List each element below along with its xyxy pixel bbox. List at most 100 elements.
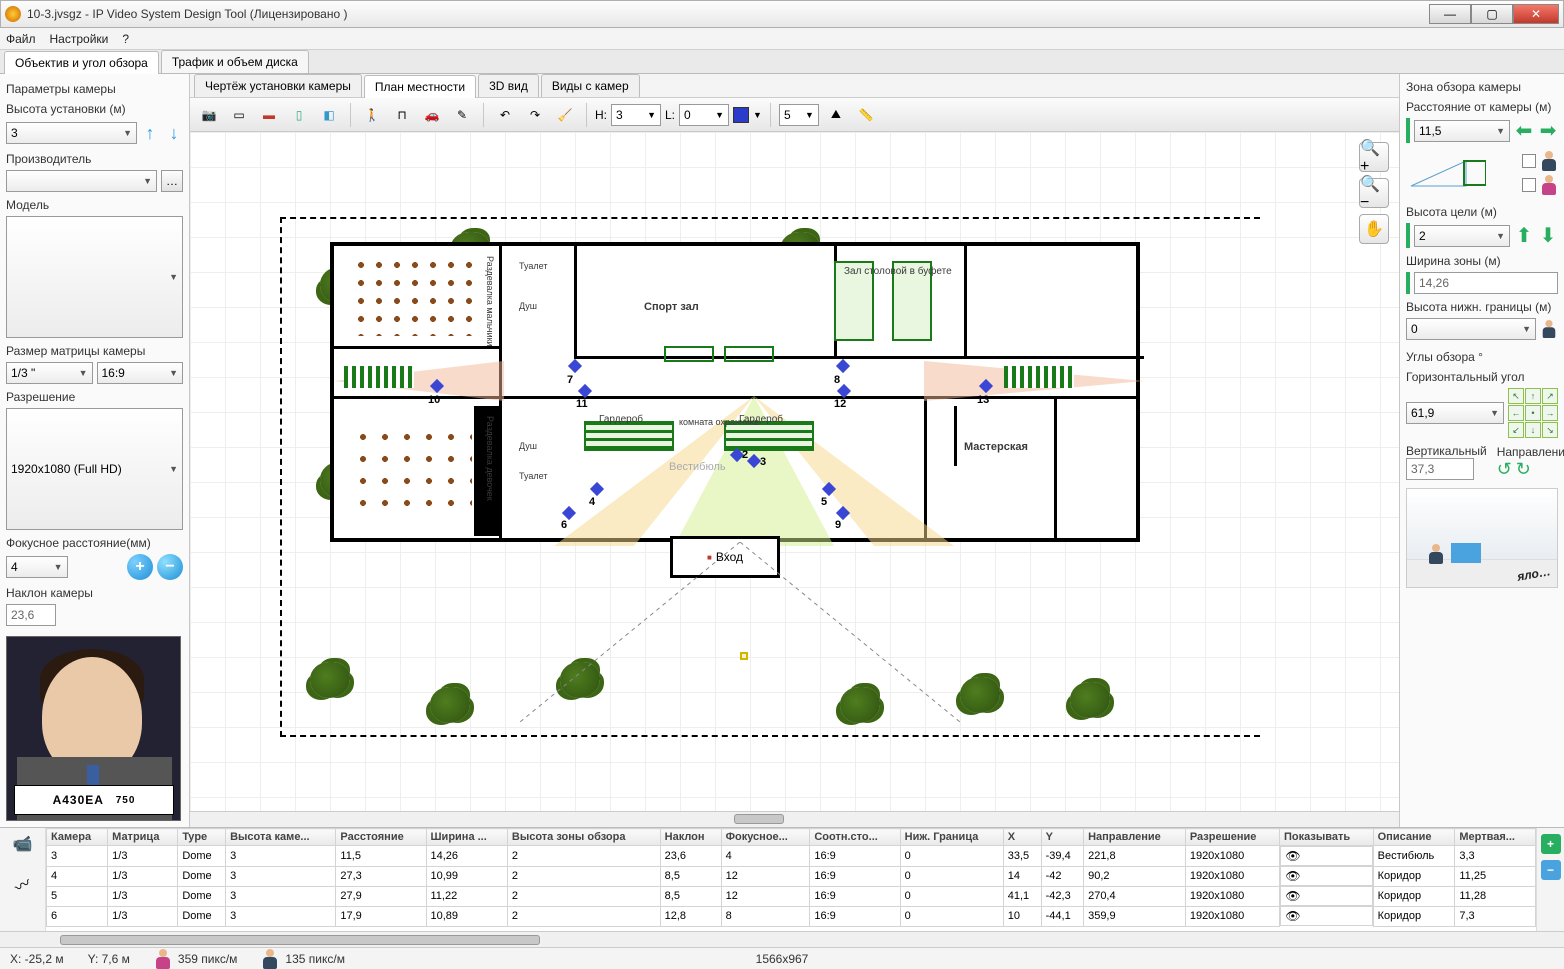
target-male-check[interactable] [1522, 154, 1536, 168]
measure-tool-icon[interactable]: 📏 [853, 102, 879, 128]
focal-plus-button[interactable]: + [127, 554, 153, 580]
camera-preview: A430EA 750 [6, 636, 181, 821]
close-button[interactable]: ✕ [1513, 4, 1559, 24]
col-header[interactable]: X [1003, 829, 1041, 846]
target-female-check[interactable] [1522, 178, 1536, 192]
tab-3d-view[interactable]: 3D вид [478, 74, 539, 97]
visibility-eye-icon[interactable]: 👁 [1285, 889, 1301, 903]
col-header[interactable]: Матрица [108, 829, 178, 846]
manufacturer-combo[interactable]: ▼ [6, 170, 157, 192]
col-header[interactable]: Мертвая... [1455, 829, 1536, 846]
col-header[interactable]: Наклон [660, 829, 721, 846]
box-tool-icon[interactable]: ◧ [316, 102, 342, 128]
col-header[interactable]: Ширина ... [426, 829, 507, 846]
l-value-combo[interactable]: 0▼ [679, 104, 729, 126]
menu-settings[interactable]: Настройки [50, 32, 109, 46]
col-header[interactable]: Описание [1373, 829, 1455, 846]
visibility-eye-icon[interactable]: 👁 [1285, 869, 1301, 883]
dist-left-icon[interactable]: ⬅ [1514, 118, 1534, 143]
col-header[interactable]: Фокусное... [721, 829, 810, 846]
dist-right-icon[interactable]: ➡ [1538, 118, 1558, 143]
table-row[interactable]: 61/3Dome317,910,89212,8816:9010-44,1359,… [47, 906, 1536, 926]
tab-camera-views[interactable]: Виды с камер [541, 74, 640, 97]
rotate-ccw-icon[interactable]: ↺ [1497, 459, 1512, 480]
count-combo[interactable]: 5▼ [779, 104, 819, 126]
col-header[interactable]: Ниж. Граница [900, 829, 1003, 846]
select-tool-icon[interactable]: ▭ [226, 102, 252, 128]
wall-tool-icon[interactable]: ▬ [256, 102, 282, 128]
maximize-button[interactable]: ▢ [1471, 4, 1513, 24]
minimize-button[interactable]: — [1429, 4, 1471, 24]
visibility-eye-icon[interactable]: 👁 [1285, 849, 1301, 863]
manufacturer-browse-button[interactable]: … [161, 170, 183, 192]
table-hscroll[interactable] [0, 931, 1564, 947]
preview-3d: яло… [1406, 488, 1558, 588]
target-down-icon[interactable]: ⬇ [1538, 223, 1558, 248]
landscape-tool-icon[interactable]: ⛰ [823, 102, 849, 128]
col-header[interactable]: Высота каме... [226, 829, 336, 846]
window-tool-icon[interactable]: ▯ [286, 102, 312, 128]
status-person2-icon [261, 949, 279, 969]
col-header[interactable]: Расстояние [336, 829, 426, 846]
person-tool-icon[interactable]: 🚶 [359, 102, 385, 128]
focal-minus-button[interactable]: − [157, 554, 183, 580]
angles-header: Углы обзора ° [1406, 350, 1558, 364]
sensor-size-combo[interactable]: 1/3 "▼ [6, 362, 93, 384]
cable-row-icon[interactable]: 〰 [10, 870, 36, 899]
camera-tool-icon[interactable]: 📷 [196, 102, 222, 128]
resolution-combo[interactable]: 1920x1080 (Full HD)▼ [6, 408, 183, 530]
car-tool-icon[interactable]: 🚗 [419, 102, 445, 128]
col-header[interactable]: Камера [47, 829, 108, 846]
col-header[interactable]: Соотн.сто... [810, 829, 900, 846]
add-row-button[interactable]: + [1541, 834, 1561, 854]
col-header[interactable]: Y [1041, 829, 1083, 846]
table-tool-icon[interactable]: ⊓ [389, 102, 415, 128]
resolution-label: Разрешение [6, 390, 183, 404]
redo-icon[interactable]: ↷ [522, 102, 548, 128]
zoom-out-button[interactable]: 🔍− [1359, 178, 1389, 208]
camera-row-icon[interactable]: 📹 [13, 834, 33, 854]
visibility-eye-icon[interactable]: 👁 [1285, 909, 1301, 923]
col-header[interactable]: Высота зоны обзора [507, 829, 660, 846]
col-header[interactable]: Направление [1084, 829, 1186, 846]
target-up-icon[interactable]: ⬆ [1514, 223, 1534, 248]
h-value-combo[interactable]: 3▼ [611, 104, 661, 126]
camera-table[interactable]: КамераМатрицаTypeВысота каме...Расстояни… [46, 828, 1536, 931]
tab-install-drawing[interactable]: Чертёж установки камеры [194, 74, 362, 97]
remove-row-button[interactable]: − [1541, 860, 1561, 880]
lower-height-label: Высота нижн. границы (м) [1406, 300, 1558, 314]
install-height-combo[interactable]: 3▼ [6, 122, 137, 144]
col-header[interactable]: Показывать [1279, 829, 1373, 846]
pan-button[interactable]: ✋ [1359, 214, 1389, 244]
brush-icon[interactable]: 🧹 [552, 102, 578, 128]
center-tab-row: Чертёж установки камеры План местности 3… [190, 74, 1399, 98]
target-height-combo[interactable]: 2▼ [1414, 225, 1510, 247]
tab-site-plan[interactable]: План местности [364, 75, 476, 98]
focal-length-combo[interactable]: 4▼ [6, 556, 68, 578]
model-combo[interactable]: ▼ [6, 216, 183, 338]
direction-pad[interactable]: ↖↑↗←•→↙↓↘ [1508, 388, 1558, 438]
lower-height-combo[interactable]: 0▼ [1406, 318, 1536, 340]
rotate-cw-icon[interactable]: ↻ [1516, 459, 1531, 480]
title-bar: 10-3.jvsgz - IP Video System Design Tool… [0, 0, 1564, 28]
menu-file[interactable]: Файл [6, 32, 36, 46]
color-swatch[interactable] [733, 107, 749, 123]
tab-lens[interactable]: Объектив и угол обзора [4, 51, 159, 74]
col-header[interactable]: Разрешение [1185, 829, 1279, 846]
height-up-icon[interactable]: ↑ [141, 120, 159, 146]
pen-tool-icon[interactable]: ✎ [449, 102, 475, 128]
table-row[interactable]: 51/3Dome327,911,2228,51216:9041,1-42,327… [47, 886, 1536, 906]
canvas-hscroll[interactable] [190, 811, 1399, 827]
aspect-combo[interactable]: 16:9▼ [97, 362, 184, 384]
height-down-icon[interactable]: ↓ [165, 120, 183, 146]
plan-canvas[interactable]: 🔍+ 🔍− ✋ [190, 132, 1399, 811]
table-row[interactable]: 41/3Dome327,310,9928,51216:9014-4290,219… [47, 866, 1536, 886]
undo-icon[interactable]: ↶ [492, 102, 518, 128]
menu-help[interactable]: ? [122, 32, 129, 46]
tab-traffic[interactable]: Трафик и объем диска [161, 50, 309, 73]
distance-combo[interactable]: 11,5▼ [1414, 120, 1510, 142]
table-row[interactable]: 31/3Dome311,514,26223,6416:9033,5-39,422… [47, 846, 1536, 867]
zoom-in-button[interactable]: 🔍+ [1359, 142, 1389, 172]
h-angle-combo[interactable]: 61,9▼ [1406, 402, 1504, 424]
col-header[interactable]: Type [178, 829, 226, 846]
